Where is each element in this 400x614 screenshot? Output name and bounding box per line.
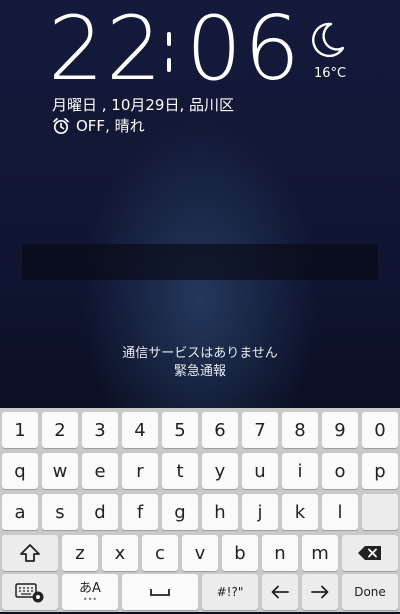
- keyboard: 1 2 3 4 5 6 7 8 9 0 q w e r t y u i o p …: [0, 408, 400, 612]
- key-3[interactable]: 3: [82, 412, 118, 448]
- letter-row-3: z x c v b n m: [0, 535, 400, 575]
- key-b[interactable]: b: [222, 535, 258, 571]
- letter-row-2: a s d f g h j k l: [0, 494, 400, 534]
- key-6[interactable]: 6: [202, 412, 238, 448]
- key-k[interactable]: k: [282, 494, 318, 530]
- key-w[interactable]: w: [42, 453, 78, 489]
- no-service-text: 通信サービスはありません: [122, 346, 278, 361]
- key-r[interactable]: r: [122, 453, 158, 489]
- shift-icon: [19, 543, 41, 563]
- clock-minute: 06: [185, 0, 302, 100]
- key-h[interactable]: h: [202, 494, 238, 530]
- clock: 22 06: [48, 4, 308, 94]
- key-c[interactable]: c: [142, 535, 178, 571]
- keyboard-settings-icon: [15, 581, 45, 603]
- key-j[interactable]: j: [242, 494, 278, 530]
- key-p[interactable]: p: [362, 453, 398, 489]
- key-7[interactable]: 7: [242, 412, 278, 448]
- key-a[interactable]: a: [2, 494, 38, 530]
- keyboard-settings-key[interactable]: [2, 574, 58, 610]
- bottom-row: あA ••• #!?" Done: [0, 574, 400, 614]
- space-icon: [150, 587, 170, 597]
- emergency-call-button[interactable]: 緊急通報: [0, 360, 400, 379]
- key-l[interactable]: l: [322, 494, 358, 530]
- cursor-right-key[interactable]: [302, 574, 338, 610]
- password-field[interactable]: [22, 244, 378, 280]
- cursor-left-key[interactable]: [262, 574, 298, 610]
- letter-row-1: q w e r t y u i o p: [0, 453, 400, 493]
- key-i[interactable]: i: [282, 453, 318, 489]
- key-e[interactable]: e: [82, 453, 118, 489]
- done-key[interactable]: Done: [342, 574, 398, 610]
- clock-hour: 22: [48, 0, 164, 100]
- key-o[interactable]: o: [322, 453, 358, 489]
- key-y[interactable]: y: [202, 453, 238, 489]
- alarm-clock-icon: [52, 117, 70, 135]
- key-8[interactable]: 8: [282, 412, 318, 448]
- key-4[interactable]: 4: [122, 412, 158, 448]
- key-m[interactable]: m: [302, 535, 338, 571]
- alarm-weather-text: OFF, 晴れ: [76, 117, 145, 135]
- backspace-key[interactable]: [342, 535, 398, 571]
- arrow-left-icon: [271, 585, 289, 599]
- language-key-dots: •••: [82, 595, 98, 604]
- key-z[interactable]: z: [62, 535, 98, 571]
- backspace-icon: [357, 545, 383, 561]
- arrow-right-icon: [311, 585, 329, 599]
- temperature: 16°C: [313, 66, 347, 81]
- date-location: 月曜日 , 10月29日, 品川区: [52, 96, 235, 114]
- key-9[interactable]: 9: [322, 412, 358, 448]
- key-t[interactable]: t: [162, 453, 198, 489]
- key-u[interactable]: u: [242, 453, 278, 489]
- number-row: 1 2 3 4 5 6 7 8 9 0: [0, 412, 400, 452]
- clock-colon: [166, 26, 172, 76]
- key-0[interactable]: 0: [362, 412, 398, 448]
- key-s[interactable]: s: [42, 494, 78, 530]
- language-key[interactable]: あA •••: [62, 574, 118, 610]
- key-d[interactable]: d: [82, 494, 118, 530]
- moon-icon: [307, 20, 347, 60]
- symbols-key[interactable]: #!?": [202, 574, 258, 610]
- key-v[interactable]: v: [182, 535, 218, 571]
- key-2[interactable]: 2: [42, 412, 78, 448]
- alarm-status: OFF, 晴れ: [52, 115, 145, 136]
- key-g[interactable]: g: [162, 494, 198, 530]
- key-1[interactable]: 1: [2, 412, 38, 448]
- key-f[interactable]: f: [122, 494, 158, 530]
- extra-key[interactable]: [362, 494, 398, 530]
- lock-screen: 22 06 16°C 月曜日 , 10月29日, 品川区 OFF, 晴れ 通信サー…: [0, 0, 400, 408]
- key-q[interactable]: q: [2, 453, 38, 489]
- key-5[interactable]: 5: [162, 412, 198, 448]
- shift-key[interactable]: [2, 535, 58, 571]
- key-x[interactable]: x: [102, 535, 138, 571]
- space-key[interactable]: [122, 574, 198, 610]
- key-n[interactable]: n: [262, 535, 298, 571]
